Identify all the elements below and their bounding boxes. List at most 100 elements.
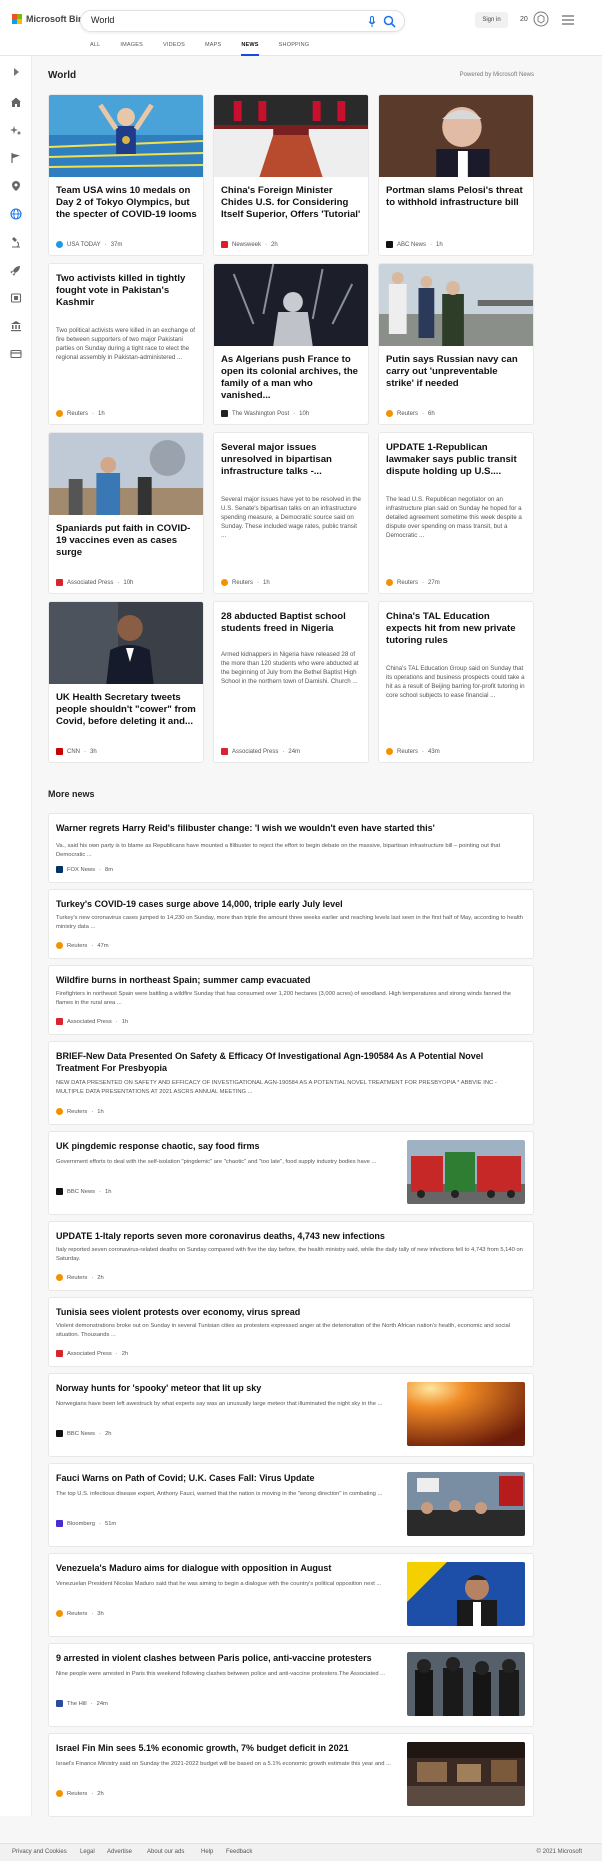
- card-title[interactable]: Portman slams Pelosi's threat to withhol…: [386, 185, 527, 209]
- item-title[interactable]: 9 arrested in violent clashes between Pa…: [56, 1652, 393, 1664]
- item-title[interactable]: Fauci Warns on Path of Covid; U.K. Cases…: [56, 1472, 393, 1484]
- location-pin-icon[interactable]: [10, 180, 22, 192]
- list-item[interactable]: Fauci Warns on Path of Covid; U.K. Cases…: [48, 1463, 534, 1547]
- card-title[interactable]: China's TAL Education expects hit from n…: [386, 611, 527, 647]
- copyright: © 2021 Microsoft: [536, 1849, 582, 1855]
- card-source: Associated Press · 10h: [56, 579, 133, 586]
- source-name: CNN: [67, 748, 80, 755]
- list-item[interactable]: Israel Fin Min sees 5.1% economic growth…: [48, 1733, 534, 1817]
- card-title[interactable]: Several major issues unresolved in bipar…: [221, 442, 362, 478]
- card-image: [214, 264, 368, 346]
- footer-link-privacy[interactable]: Privacy and Cookies: [12, 1849, 67, 1855]
- item-title[interactable]: Tunisia sees violent protests over econo…: [56, 1306, 525, 1318]
- footer-link-help[interactable]: Help: [201, 1849, 213, 1855]
- source-logo-icon: [56, 866, 63, 873]
- flag-icon[interactable]: [10, 152, 22, 164]
- source-name: Associated Press: [67, 579, 114, 586]
- list-item[interactable]: 9 arrested in violent clashes between Pa…: [48, 1643, 534, 1727]
- list-item[interactable]: Tunisia sees violent protests over econo…: [48, 1297, 534, 1367]
- list-item[interactable]: Wildfire burns in northeast Spain; summe…: [48, 965, 534, 1035]
- news-card[interactable]: Team USA wins 10 medals on Day 2 of Toky…: [48, 94, 204, 256]
- rocket-icon[interactable]: [10, 264, 22, 276]
- source-logo-icon: [386, 241, 393, 248]
- microphone-icon[interactable]: [368, 16, 376, 28]
- news-card[interactable]: Two activists killed in tightly fought v…: [48, 263, 204, 425]
- card-title[interactable]: UK Health Secretary tweets people should…: [56, 692, 197, 728]
- card-title[interactable]: Two activists killed in tightly fought v…: [56, 273, 197, 309]
- sparkle-icon[interactable]: [10, 124, 22, 136]
- source-name: The Hill: [67, 1700, 87, 1707]
- news-card[interactable]: China's Foreign Minister Chides U.S. for…: [213, 94, 369, 256]
- news-card[interactable]: Several major issues unresolved in bipar…: [213, 432, 369, 594]
- news-card[interactable]: UK Health Secretary tweets people should…: [48, 601, 204, 763]
- news-card[interactable]: Putin says Russian navy can carry out 'u…: [378, 263, 534, 425]
- source-time: 3h: [97, 1610, 104, 1617]
- source-name: Reuters: [397, 748, 419, 755]
- news-card[interactable]: UPDATE 1-Republican lawmaker says public…: [378, 432, 534, 594]
- source-time: 2h: [121, 1350, 129, 1357]
- source-time: 8m: [104, 866, 114, 873]
- item-title[interactable]: Venezuela's Maduro aims for dialogue wit…: [56, 1562, 393, 1574]
- home-icon[interactable]: [10, 96, 22, 108]
- card-title[interactable]: 28 abducted Baptist school students free…: [221, 611, 362, 635]
- item-title[interactable]: Wildfire burns in northeast Spain; summe…: [56, 974, 525, 986]
- item-title[interactable]: Turkey's COVID-19 cases surge above 14,0…: [56, 898, 525, 910]
- film-icon[interactable]: [10, 292, 22, 304]
- card-snippet: The lead U.S. Republican negotiator on a…: [386, 496, 522, 539]
- footer-link-legal[interactable]: Legal: [80, 1849, 95, 1855]
- sign-in-button[interactable]: Sign in: [475, 12, 508, 28]
- tab-all[interactable]: ALL: [90, 40, 100, 53]
- search-box: [80, 10, 405, 32]
- card-title[interactable]: UPDATE 1-Republican lawmaker says public…: [386, 442, 527, 478]
- search-input[interactable]: [91, 15, 341, 25]
- footer-link-feedback[interactable]: Feedback: [226, 1849, 252, 1855]
- globe-icon[interactable]: [10, 208, 22, 220]
- expand-arrow-icon[interactable]: [10, 66, 22, 78]
- news-card[interactable]: As Algerians push France to open its col…: [213, 263, 369, 425]
- bing-logo[interactable]: Microsoft Bing: [12, 14, 89, 24]
- list-item[interactable]: UK pingdemic response chaotic, say food …: [48, 1131, 534, 1215]
- card-title[interactable]: China's Foreign Minister Chides U.S. for…: [221, 185, 362, 221]
- item-title[interactable]: UK pingdemic response chaotic, say food …: [56, 1140, 393, 1152]
- footer-link-advertise[interactable]: Advertise: [107, 1849, 132, 1855]
- item-title[interactable]: Warner regrets Harry Reid's filibuster c…: [56, 822, 525, 834]
- item-snippet: Turkey's new coronavirus cases jumped to…: [56, 915, 523, 930]
- card-title[interactable]: Team USA wins 10 medals on Day 2 of Toky…: [56, 185, 197, 221]
- card-icon[interactable]: [10, 348, 22, 360]
- item-title[interactable]: Israel Fin Min sees 5.1% economic growth…: [56, 1742, 393, 1754]
- header: Microsoft Bing Sign in 20 ALL IMAGES VID…: [0, 0, 602, 56]
- tab-images[interactable]: IMAGES: [120, 40, 143, 53]
- item-snippet: Government efforts to deal with the self…: [56, 1159, 377, 1165]
- search-icon[interactable]: [383, 15, 396, 28]
- menu-icon[interactable]: [562, 15, 574, 25]
- source-name: Reuters: [67, 1610, 88, 1617]
- list-item[interactable]: Norway hunts for 'spooky' meteor that li…: [48, 1373, 534, 1457]
- list-item[interactable]: UPDATE 1-Italy reports seven more corona…: [48, 1221, 534, 1291]
- item-title[interactable]: Norway hunts for 'spooky' meteor that li…: [56, 1382, 393, 1394]
- footer-link-about-ads[interactable]: About our ads: [147, 1849, 184, 1855]
- tab-shopping[interactable]: SHOPPING: [279, 40, 310, 53]
- bank-icon[interactable]: [10, 320, 22, 332]
- news-card[interactable]: China's TAL Education expects hit from n…: [378, 601, 534, 763]
- news-card[interactable]: Spaniards put faith in COVID-19 vaccines…: [48, 432, 204, 594]
- item-title[interactable]: BRIEF-New Data Presented On Safety & Eff…: [56, 1050, 525, 1074]
- rewards-icon[interactable]: [533, 11, 549, 27]
- card-title[interactable]: Spaniards put faith in COVID-19 vaccines…: [56, 523, 197, 559]
- news-card[interactable]: Portman slams Pelosi's threat to withhol…: [378, 94, 534, 256]
- tab-news[interactable]: NEWS: [241, 40, 259, 56]
- news-card[interactable]: 28 abducted Baptist school students free…: [213, 601, 369, 763]
- list-item[interactable]: Turkey's COVID-19 cases surge above 14,0…: [48, 889, 534, 959]
- item-snippet: The top U.S. infectious disease expert, …: [56, 1491, 383, 1497]
- item-title[interactable]: UPDATE 1-Italy reports seven more corona…: [56, 1230, 525, 1242]
- source-time: 51m: [104, 1520, 117, 1527]
- list-item[interactable]: BRIEF-New Data Presented On Safety & Eff…: [48, 1041, 534, 1125]
- tab-maps[interactable]: MAPS: [205, 40, 221, 53]
- card-source: Reuters · 27m: [386, 579, 440, 586]
- item-snippet: Va., said his own party is to blame as R…: [56, 843, 501, 858]
- list-item[interactable]: Venezuela's Maduro aims for dialogue wit…: [48, 1553, 534, 1637]
- tab-videos[interactable]: VIDEOS: [163, 40, 185, 53]
- card-title[interactable]: Putin says Russian navy can carry out 'u…: [386, 354, 527, 390]
- microscope-icon[interactable]: [10, 236, 22, 248]
- card-title[interactable]: As Algerians push France to open its col…: [221, 354, 362, 402]
- list-item[interactable]: Warner regrets Harry Reid's filibuster c…: [48, 813, 534, 883]
